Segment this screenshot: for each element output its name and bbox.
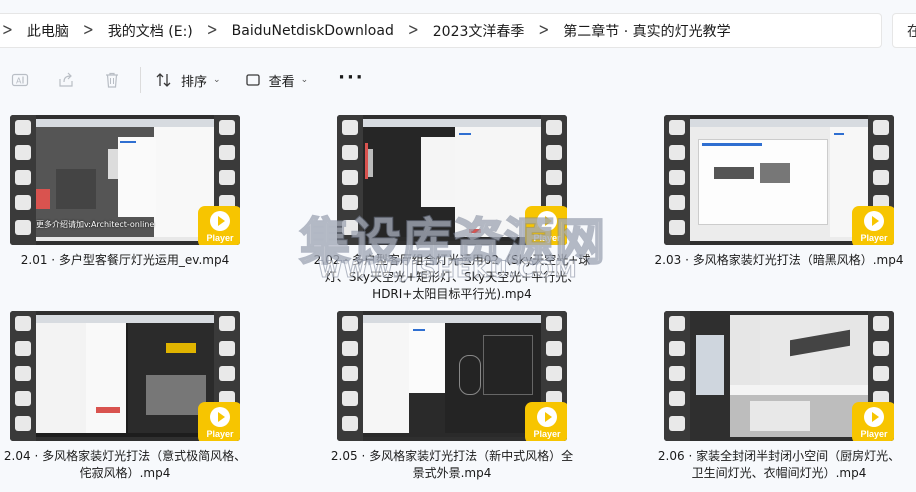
player-badge-label: Player: [533, 233, 561, 243]
play-icon: [864, 407, 884, 427]
chevron-down-icon: ⌄: [300, 75, 309, 85]
share-icon[interactable]: [46, 64, 86, 96]
player-badge-label: Player: [206, 429, 234, 439]
video-frame: [363, 119, 541, 241]
player-badge: Player: [525, 402, 567, 441]
player-badge: Player: [198, 206, 240, 245]
play-icon: [210, 407, 230, 427]
film-strip-left: [10, 115, 36, 245]
video-thumbnail[interactable]: Player: [664, 115, 894, 245]
play-icon: [210, 211, 230, 231]
delete-icon[interactable]: [92, 64, 132, 96]
player-badge: Player: [852, 402, 894, 441]
rename-icon[interactable]: A: [0, 64, 40, 96]
view-label: 查看: [268, 74, 295, 90]
search-input[interactable]: 在: [892, 13, 916, 48]
video-frame: [36, 315, 214, 437]
breadcrumb-chapter[interactable]: 第二章节 · 真实的灯光教学: [557, 21, 736, 41]
video-thumbnail[interactable]: Player: [10, 311, 240, 441]
film-strip-left: [337, 115, 363, 245]
chevron-right-icon[interactable]: >: [530, 21, 557, 41]
sort-button[interactable]: 排序 ⌄: [145, 64, 231, 96]
chevron-right-icon[interactable]: >: [75, 21, 102, 41]
breadcrumb-2023[interactable]: 2023文洋春季: [427, 21, 531, 41]
view-icon: [245, 74, 260, 86]
file-name: 2.06 · 家装全封闭半封闭小空间（厨房灯光、卫生间灯光、衣帽间灯光）.mp4: [657, 449, 901, 480]
video-thumbnail[interactable]: Player: [337, 311, 567, 441]
address-row: > 此电脑 > 我的文档 (E:) > BaiduNetdiskDownload…: [0, 0, 916, 56]
player-badge-label: Player: [860, 429, 888, 439]
video-thumbnail[interactable]: Player: [337, 115, 567, 245]
video-thumbnail[interactable]: Player: [664, 311, 894, 441]
film-strip-left: [664, 115, 690, 245]
film-strip-left: [337, 311, 363, 441]
svg-text:A: A: [16, 77, 22, 86]
video-frame: [363, 315, 541, 437]
player-badge-label: Player: [860, 233, 888, 243]
play-icon: [864, 211, 884, 231]
video-frame: [690, 315, 868, 437]
more-options-button[interactable]: ···: [326, 61, 377, 93]
chevron-right-icon[interactable]: >: [0, 21, 21, 41]
player-badge: Player: [525, 206, 567, 245]
film-strip-left: [10, 311, 36, 441]
file-name: 2.04 · 多风格家装灯光打法（意式极简风格、侘寂风格）.mp4: [3, 449, 247, 480]
sort-label: 排序: [181, 74, 208, 90]
toolbar-divider: [140, 67, 141, 93]
breadcrumb: > 此电脑 > 我的文档 (E:) > BaiduNetdiskDownload…: [0, 13, 737, 48]
view-button[interactable]: 查看 ⌄: [235, 64, 319, 96]
player-badge-label: Player: [533, 429, 561, 439]
breadcrumb-documents[interactable]: 我的文档 (E:): [102, 21, 199, 41]
thumb-overlay-text: 更多介绍请加v:Architect-online: [36, 220, 155, 229]
file-name: 2.01 · 多户型客餐厅灯光运用_ev.mp4: [20, 253, 230, 267]
player-badge: Player: [198, 402, 240, 441]
chevron-right-icon[interactable]: >: [400, 21, 427, 41]
play-icon: [537, 407, 557, 427]
play-icon: [537, 211, 557, 231]
film-strip-left: [664, 311, 690, 441]
toolbar: A 排序 ⌄ 查看 ⌄ ···: [0, 57, 916, 103]
breadcrumb-this-pc[interactable]: 此电脑: [21, 21, 75, 41]
sort-icon: [156, 73, 171, 87]
video-frame: [690, 119, 868, 241]
chevron-down-icon: ⌄: [213, 75, 221, 85]
player-badge-label: Player: [206, 233, 234, 243]
player-badge: Player: [852, 206, 894, 245]
file-name: 2.03 · 多风格家装灯光打法（暗黑风格）.mp4: [654, 253, 904, 267]
video-frame: 更多介绍请加v:Architect-online: [36, 119, 214, 241]
breadcrumb-baidu[interactable]: BaiduNetdiskDownload: [226, 23, 400, 39]
file-name: 2.02 · 多户型客厅组合灯光运用02（Sky天空光+球灯、Sky天空光+矩形…: [313, 253, 591, 301]
file-name: 2.05 · 多风格家装灯光打法（新中式风格）全景式外景.mp4: [330, 449, 574, 480]
chevron-right-icon[interactable]: >: [199, 21, 226, 41]
video-thumbnail[interactable]: 更多介绍请加v:Architect-online Player: [10, 115, 240, 245]
